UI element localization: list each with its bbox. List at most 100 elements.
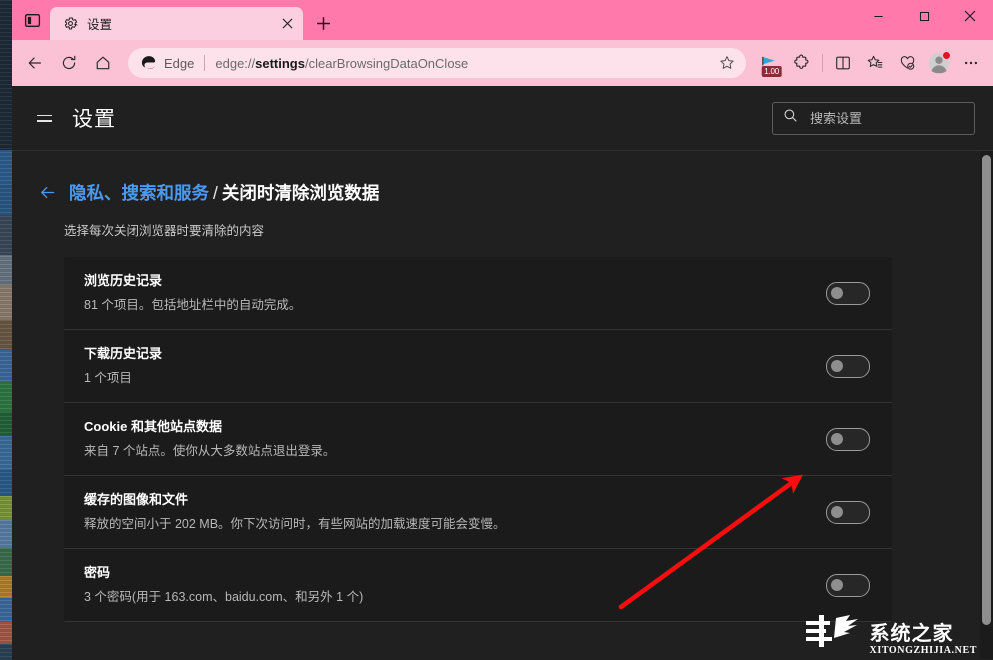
toggle-knob bbox=[831, 506, 843, 518]
settings-search-box[interactable] bbox=[772, 102, 975, 135]
split-screen-icon bbox=[834, 54, 852, 72]
row-title: 密码 bbox=[84, 564, 804, 582]
toggle-knob bbox=[831, 287, 843, 299]
arrow-left-icon bbox=[26, 54, 44, 72]
minimize-button[interactable] bbox=[855, 0, 901, 32]
maximize-icon bbox=[919, 11, 930, 22]
toggle-cookies-site-data[interactable] bbox=[826, 428, 870, 451]
url-suffix: /clearBrowsingDataOnClose bbox=[305, 56, 468, 71]
collections-icon bbox=[898, 54, 917, 72]
collections-button[interactable] bbox=[891, 47, 923, 79]
home-button[interactable] bbox=[86, 46, 120, 80]
browser-window: 设置 bbox=[12, 0, 993, 660]
tab-title: 设置 bbox=[87, 14, 275, 33]
extensions-icon bbox=[793, 54, 811, 72]
hamburger-line bbox=[37, 115, 52, 117]
toggle-passwords[interactable] bbox=[826, 574, 870, 597]
close-icon bbox=[964, 10, 976, 22]
screen: 设置 bbox=[0, 0, 993, 660]
maximize-button[interactable] bbox=[901, 0, 947, 32]
profile-button[interactable] bbox=[923, 47, 955, 79]
read-aloud-speed-button[interactable]: 1.00 bbox=[754, 47, 786, 79]
row-description: 81 个项目。包括地址栏中的自动完成。 bbox=[84, 297, 804, 314]
settings-row[interactable]: Cookie 和其他站点数据 来自 7 个站点。使你从大多数站点退出登录。 bbox=[64, 403, 892, 476]
clear-data-options-card: 浏览历史记录 81 个项目。包括地址栏中的自动完成。 下载历史记录 1 个项目 bbox=[64, 257, 892, 622]
row-title: Cookie 和其他站点数据 bbox=[84, 418, 804, 436]
toggle-knob bbox=[831, 433, 843, 445]
row-text: 下载历史记录 1 个项目 bbox=[84, 333, 804, 399]
gear-icon bbox=[62, 16, 78, 32]
search-icon bbox=[783, 108, 798, 128]
navigation-toolbar: Edge edge://settings/clearBrowsingDataOn… bbox=[12, 40, 993, 86]
close-icon[interactable] bbox=[275, 12, 299, 36]
omnibox-divider bbox=[204, 55, 205, 71]
row-text: 缓存的图像和文件 释放的空间小于 202 MB。你下次访问时，有些网站的加载速度… bbox=[84, 479, 804, 545]
settings-row[interactable]: 密码 3 个密码(用于 163.com、baidu.com、和另外 1 个) bbox=[64, 549, 892, 622]
breadcrumb-parent-link[interactable]: 隐私、搜索和服务 bbox=[69, 183, 209, 203]
toggle-knob bbox=[831, 360, 843, 372]
toggle-cached-images-files[interactable] bbox=[826, 501, 870, 524]
settings-header: 设置 bbox=[12, 86, 993, 151]
breadcrumb-current: 关闭时清除浏览数据 bbox=[222, 183, 380, 203]
page-title: 设置 bbox=[72, 103, 116, 133]
row-text: 浏览历史记录 81 个项目。包括地址栏中的自动完成。 bbox=[84, 260, 804, 326]
breadcrumb-back-button[interactable] bbox=[34, 179, 60, 205]
page-scrollbar-thumb[interactable] bbox=[982, 155, 991, 625]
home-icon bbox=[94, 54, 112, 72]
tab-actions-icon bbox=[24, 12, 41, 29]
browser-tab[interactable]: 设置 bbox=[50, 7, 303, 40]
tabbar-drag-region bbox=[339, 0, 855, 40]
split-screen-button[interactable] bbox=[827, 47, 859, 79]
row-text: Cookie 和其他站点数据 来自 7 个站点。使你从大多数站点退出登录。 bbox=[84, 406, 804, 472]
row-description: 来自 7 个站点。使你从大多数站点退出登录。 bbox=[84, 443, 804, 460]
tab-actions-menu-button[interactable] bbox=[14, 0, 50, 40]
arrow-left-icon bbox=[38, 183, 57, 202]
toggle-browsing-history[interactable] bbox=[826, 282, 870, 305]
refresh-button[interactable] bbox=[52, 46, 86, 80]
ellipsis-icon bbox=[962, 54, 980, 72]
speed-badge-label: 1.00 bbox=[762, 66, 782, 77]
back-button[interactable] bbox=[18, 46, 52, 80]
favorite-star-icon[interactable] bbox=[714, 50, 740, 76]
favorites-icon bbox=[866, 54, 884, 72]
toggle-knob bbox=[831, 579, 843, 591]
settings-and-more-button[interactable] bbox=[955, 47, 987, 79]
settings-page: 设置 bbox=[12, 86, 993, 660]
tab-bar: 设置 bbox=[12, 0, 993, 40]
hamburger-line bbox=[37, 120, 52, 122]
profile-notification-dot bbox=[942, 51, 951, 60]
search-input[interactable] bbox=[808, 110, 964, 127]
page-subtitle: 选择每次关闭浏览器时要清除的内容 bbox=[64, 220, 993, 239]
window-controls bbox=[855, 0, 993, 40]
edge-logo-icon bbox=[140, 55, 157, 72]
settings-row[interactable]: 下载历史记录 1 个项目 bbox=[64, 330, 892, 403]
settings-content: 隐私、搜索和服务/关闭时清除浏览数据 选择每次关闭浏览器时要清除的内容 浏览历史… bbox=[12, 151, 993, 659]
toggle-download-history[interactable] bbox=[826, 355, 870, 378]
omnibox-brand-label: Edge bbox=[164, 56, 194, 71]
settings-row[interactable]: 浏览历史记录 81 个项目。包括地址栏中的自动完成。 bbox=[64, 257, 892, 330]
page-scrollbar-track[interactable] bbox=[980, 151, 993, 659]
favorites-button[interactable] bbox=[859, 47, 891, 79]
breadcrumb-separator: / bbox=[213, 183, 218, 203]
omnibox-url: edge://settings/clearBrowsingDataOnClose bbox=[215, 56, 714, 71]
row-title: 浏览历史记录 bbox=[84, 272, 804, 290]
breadcrumb: 隐私、搜索和服务/关闭时清除浏览数据 bbox=[69, 180, 379, 205]
plus-icon bbox=[316, 16, 331, 31]
row-title: 缓存的图像和文件 bbox=[84, 491, 804, 509]
extensions-button[interactable] bbox=[786, 47, 818, 79]
row-description: 1 个项目 bbox=[84, 370, 804, 387]
settings-menu-button[interactable] bbox=[28, 102, 60, 134]
minimize-icon bbox=[873, 11, 884, 22]
url-prefix: edge:// bbox=[215, 56, 255, 71]
row-text: 密码 3 个密码(用于 163.com、baidu.com、和另外 1 个) bbox=[84, 552, 804, 618]
address-bar[interactable]: Edge edge://settings/clearBrowsingDataOn… bbox=[128, 48, 746, 78]
breadcrumb-row: 隐私、搜索和服务/关闭时清除浏览数据 bbox=[22, 151, 993, 205]
refresh-icon bbox=[60, 54, 78, 72]
settings-row[interactable]: 缓存的图像和文件 释放的空间小于 202 MB。你下次访问时，有些网站的加载速度… bbox=[64, 476, 892, 549]
toolbar-divider bbox=[822, 54, 823, 72]
close-window-button[interactable] bbox=[947, 0, 993, 32]
row-description: 释放的空间小于 202 MB。你下次访问时，有些网站的加载速度可能会变慢。 bbox=[84, 516, 804, 533]
new-tab-button[interactable] bbox=[307, 7, 339, 40]
row-description: 3 个密码(用于 163.com、baidu.com、和另外 1 个) bbox=[84, 589, 804, 606]
row-title: 下载历史记录 bbox=[84, 345, 804, 363]
